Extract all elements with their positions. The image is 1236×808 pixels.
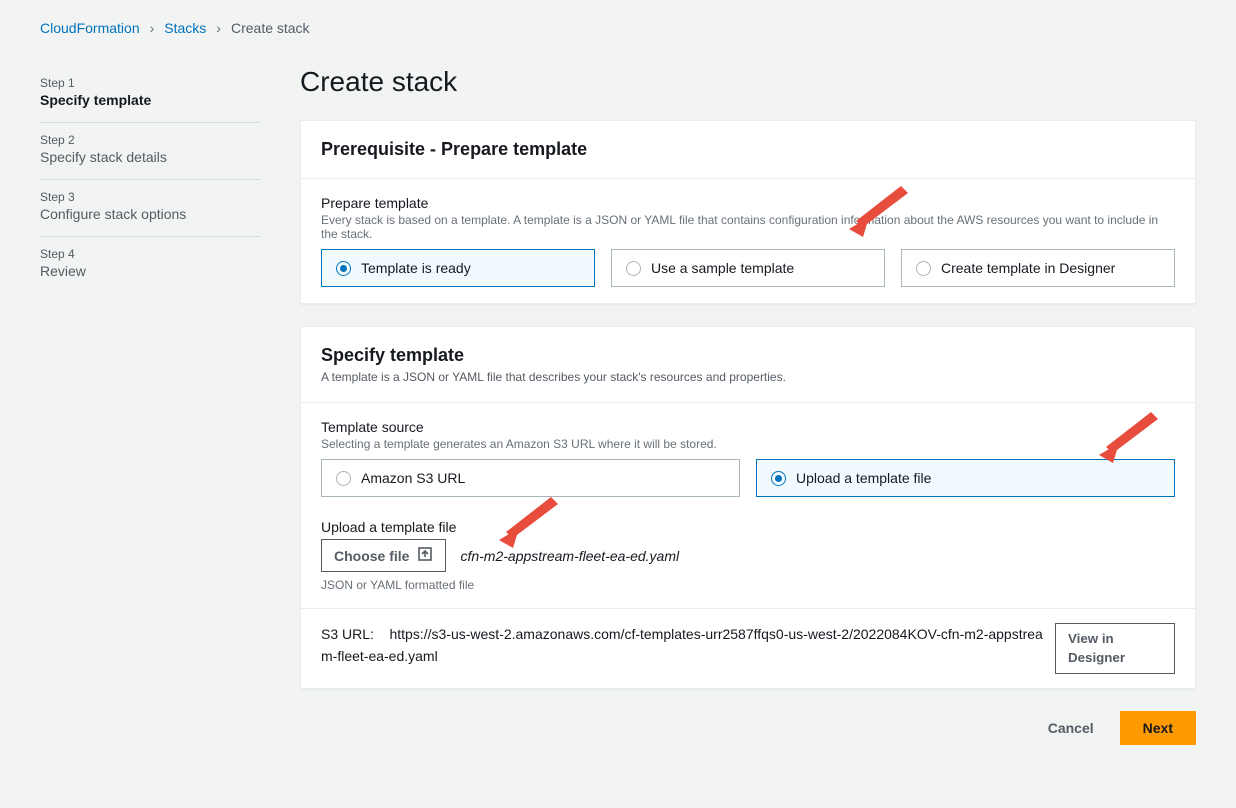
radio-sample-template[interactable]: Use a sample template [611,249,885,287]
radio-icon [626,261,641,276]
uploaded-filename: cfn-m2-appstream-fleet-ea-ed.yaml [460,548,679,564]
radio-label: Template is ready [361,260,471,276]
next-button[interactable]: Next [1120,711,1196,745]
step-number: Step 4 [40,247,260,261]
chevron-right-icon: › [216,20,221,36]
specify-desc: A template is a JSON or YAML file that d… [321,370,1175,384]
s3-url-label: S3 URL: [321,626,374,642]
radio-label: Amazon S3 URL [361,470,465,486]
step-2[interactable]: Step 2 Specify stack details [40,123,260,180]
step-4[interactable]: Step 4 Review [40,237,260,293]
radio-icon [336,261,351,276]
step-number: Step 1 [40,76,260,90]
prerequisite-panel: Prerequisite - Prepare template Prepare … [300,120,1196,304]
format-help: JSON or YAML formatted file [321,578,1175,592]
breadcrumb-cloudformation[interactable]: CloudFormation [40,20,140,36]
radio-icon [336,471,351,486]
radio-upload-template-file[interactable]: Upload a template file [756,459,1175,497]
s3-url-display: S3 URL: https://s3-us-west-2.amazonaws.c… [321,623,1043,668]
radio-icon [771,471,786,486]
step-label: Review [40,263,260,279]
s3-url-value: https://s3-us-west-2.amazonaws.com/cf-te… [321,626,1043,664]
radio-create-designer[interactable]: Create template in Designer [901,249,1175,287]
specify-template-panel: Specify template A template is a JSON or… [300,326,1196,689]
upload-template-label: Upload a template file [321,519,1175,535]
breadcrumb-stacks[interactable]: Stacks [164,20,206,36]
step-number: Step 2 [40,133,260,147]
radio-template-ready[interactable]: Template is ready [321,249,595,287]
step-label: Configure stack options [40,206,260,222]
wizard-steps: Step 1 Specify template Step 2 Specify s… [40,66,260,745]
breadcrumb-current: Create stack [231,20,310,36]
step-number: Step 3 [40,190,260,204]
step-label: Specify stack details [40,149,260,165]
upload-icon [417,546,433,565]
radio-label: Create template in Designer [941,260,1115,276]
radio-amazon-s3-url[interactable]: Amazon S3 URL [321,459,740,497]
cancel-button[interactable]: Cancel [1038,712,1104,744]
choose-file-label: Choose file [334,548,409,564]
chevron-right-icon: › [150,20,155,36]
radio-icon [916,261,931,276]
footer-actions: Cancel Next [300,711,1196,745]
template-source-help: Selecting a template generates an Amazon… [321,437,1175,451]
prepare-template-help: Every stack is based on a template. A te… [321,213,1175,241]
breadcrumb: CloudFormation › Stacks › Create stack [40,20,1196,36]
step-label: Specify template [40,92,260,108]
choose-file-button[interactable]: Choose file [321,539,446,572]
template-source-label: Template source [321,419,1175,435]
prepare-template-label: Prepare template [321,195,1175,211]
radio-label: Use a sample template [651,260,794,276]
step-3[interactable]: Step 3 Configure stack options [40,180,260,237]
specify-heading: Specify template [321,345,1175,366]
prerequisite-heading: Prerequisite - Prepare template [321,139,1175,160]
page-title: Create stack [300,66,1196,98]
radio-label: Upload a template file [796,470,931,486]
step-1[interactable]: Step 1 Specify template [40,66,260,123]
view-in-designer-button[interactable]: View in Designer [1055,623,1175,674]
